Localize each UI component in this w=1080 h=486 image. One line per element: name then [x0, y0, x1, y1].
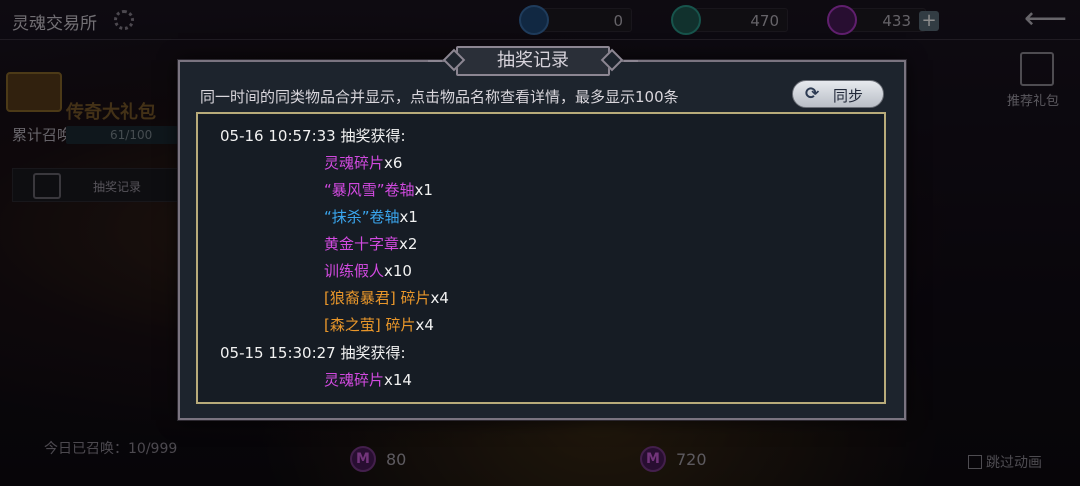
modal-title-plate: 抽奖记录	[428, 46, 638, 76]
item-quantity: x1	[414, 181, 433, 199]
item-name-link[interactable]: [森之萤] 碎片	[324, 316, 415, 334]
record-item: 训练假人x10	[198, 258, 884, 285]
record-entry-header: 05-15 15:30:27 抽奖获得:	[220, 344, 406, 362]
item-quantity: x4	[430, 289, 449, 307]
sync-label: 同步	[833, 87, 864, 105]
draw-record-modal: 抽奖记录 同一时间的同类物品合并显示，点击物品名称查看详情，最多显示100条 ⟳…	[178, 46, 906, 420]
record-item: “暴风雪”卷轴x1	[198, 177, 884, 204]
item-quantity: x1	[399, 208, 418, 226]
item-name-link[interactable]: 黄金十字章	[324, 235, 399, 253]
record-item: 黄金十字章x2	[198, 231, 884, 258]
record-item: 灵魂碎片x6	[198, 150, 884, 177]
sync-button[interactable]: ⟳ 同步	[792, 80, 884, 108]
record-item: [森之萤] 碎片x4	[198, 312, 884, 339]
item-name-link[interactable]: 灵魂碎片	[324, 154, 384, 172]
record-item: [狼裔暴君] 碎片x4	[198, 285, 884, 312]
item-quantity: x10	[384, 262, 412, 280]
item-quantity: x2	[399, 235, 418, 253]
item-quantity: x6	[384, 154, 403, 172]
record-item: 灵魂碎片x14	[198, 367, 884, 394]
item-name-link[interactable]: 灵魂碎片	[324, 371, 384, 389]
item-name-link[interactable]: “抹杀”卷轴	[324, 208, 400, 226]
record-list[interactable]: 05-16 10:57:33 抽奖获得: 灵魂碎片x6 “暴风雪”卷轴x1 “抹杀”卷…	[196, 112, 886, 404]
record-entry-header: 05-16 10:57:33 抽奖获得:	[220, 127, 406, 145]
modal-title: 抽奖记录	[497, 50, 569, 71]
title-deco-line	[624, 60, 638, 62]
title-deco-line	[428, 60, 442, 62]
item-quantity: x4	[415, 316, 434, 334]
modal-hint: 同一时间的同类物品合并显示，点击物品名称查看详情，最多显示100条	[200, 88, 679, 106]
refresh-icon: ⟳	[805, 84, 820, 104]
item-name-link[interactable]: 训练假人	[324, 262, 384, 280]
record-item: “抹杀”卷轴x1	[198, 204, 884, 231]
item-name-link[interactable]: “暴风雪”卷轴	[324, 181, 415, 199]
item-name-link[interactable]: [狼裔暴君] 碎片	[324, 289, 430, 307]
item-quantity: x14	[384, 371, 412, 389]
